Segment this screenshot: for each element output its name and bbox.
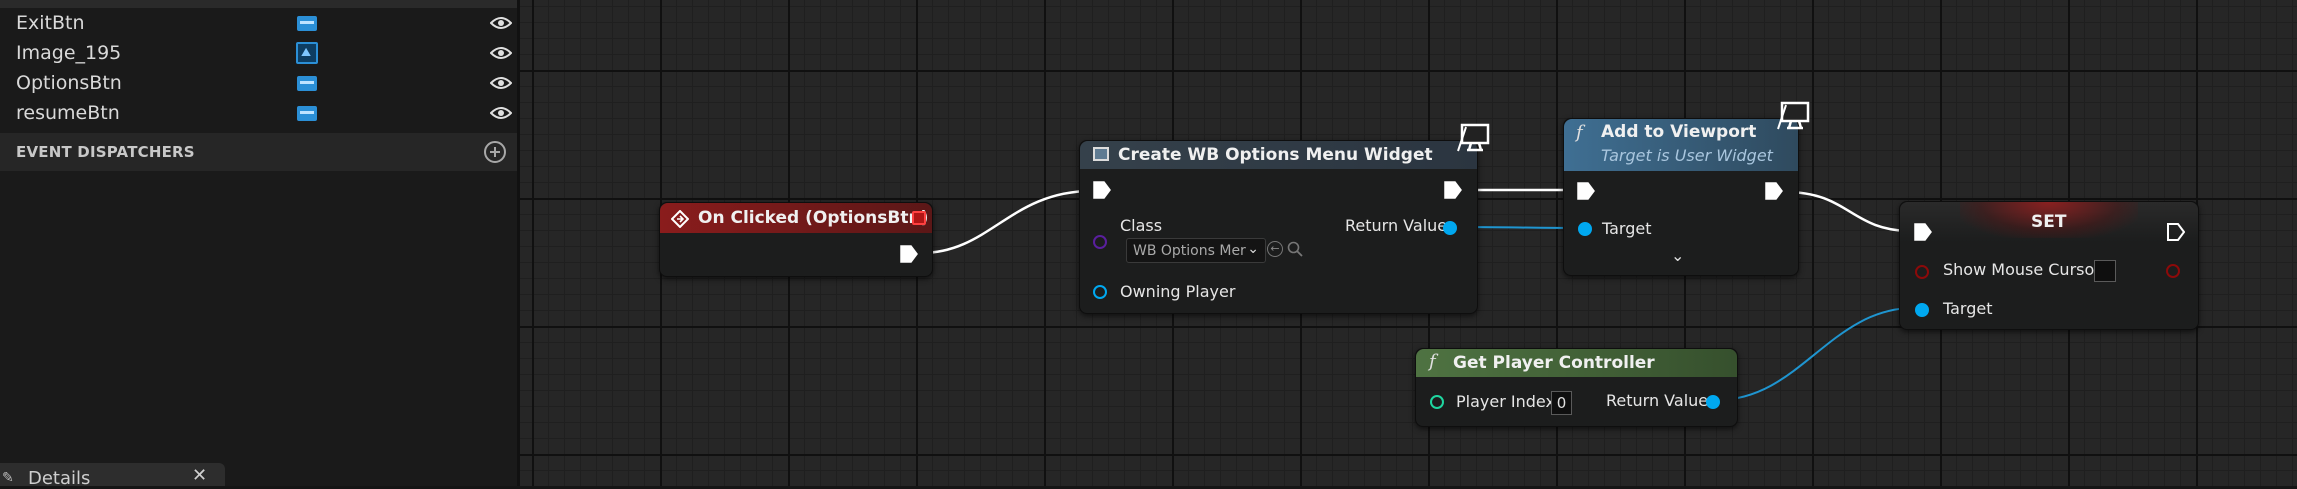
- variable-row-resumebtn[interactable]: resumeBtn: [0, 98, 517, 128]
- class-pin-label: Class: [1120, 216, 1163, 235]
- delegate-pin-icon[interactable]: [912, 211, 926, 225]
- add-event-dispatcher-icon[interactable]: [484, 141, 506, 163]
- target-input-pin[interactable]: [1578, 222, 1592, 236]
- browse-search-icon[interactable]: [1287, 241, 1303, 257]
- return-value-output-pin[interactable]: [1443, 221, 1457, 235]
- target-input-pin[interactable]: [1915, 303, 1929, 317]
- exec-output-pin[interactable]: [2167, 223, 2185, 241]
- node-subtitle: Target is User Widget: [1601, 146, 1773, 165]
- show-mouse-cursor-input-pin[interactable]: [1915, 265, 1929, 279]
- node-title: Create WB Options Menu Widget: [1118, 145, 1433, 165]
- button-widget-icon: [297, 76, 317, 91]
- show-mouse-cursor-label: Show Mouse Cursor: [1943, 260, 2101, 279]
- visibility-eye-icon[interactable]: [490, 76, 512, 90]
- pencil-icon: ✎: [2, 470, 14, 486]
- on-clicked-event-node[interactable]: On Clicked (OptionsBtn): [659, 202, 933, 277]
- node-header: SET: [1900, 202, 2198, 242]
- variable-name: Image_195: [16, 42, 122, 64]
- event-dispatchers-section-header[interactable]: EVENT DISPATCHERS: [0, 133, 517, 171]
- client-only-monitor-icon: [1777, 101, 1810, 130]
- target-label: Target: [1943, 299, 1993, 318]
- section-title: EVENT DISPATCHERS: [16, 143, 195, 161]
- use-selected-asset-icon[interactable]: ←: [1267, 241, 1283, 257]
- return-value-output-pin[interactable]: [1706, 395, 1720, 409]
- function-icon: f: [1576, 122, 1583, 143]
- node-title: Add to Viewport: [1601, 122, 1757, 142]
- node-header: Create WB Options Menu Widget: [1080, 141, 1477, 169]
- chevron-down-icon[interactable]: ⌄: [1671, 246, 1684, 265]
- node-header: f Add to Viewport Target is User Widget: [1564, 119, 1798, 171]
- variable-name: OptionsBtn: [16, 72, 122, 94]
- show-mouse-cursor-output-pin[interactable]: [2166, 264, 2180, 278]
- show-mouse-cursor-checkbox[interactable]: [2094, 260, 2116, 282]
- client-only-monitor-icon: [1457, 123, 1490, 152]
- owning-player-input-pin[interactable]: [1093, 285, 1107, 299]
- details-tab[interactable]: ✎ Details ✕: [0, 463, 225, 489]
- variable-name: resumeBtn: [16, 102, 120, 124]
- player-index-label: Player Index: [1456, 392, 1555, 411]
- variable-name: ExitBtn: [16, 12, 85, 34]
- function-icon: f: [1429, 351, 1436, 372]
- exec-output-pin[interactable]: [900, 245, 918, 263]
- return-value-label: Return Value: [1345, 216, 1448, 235]
- button-widget-icon: [297, 16, 317, 31]
- event-diamond-icon: [671, 210, 689, 228]
- return-value-label: Return Value: [1606, 391, 1709, 410]
- class-input-pin[interactable]: [1093, 235, 1107, 249]
- visibility-eye-icon[interactable]: [490, 106, 512, 120]
- class-select-dropdown[interactable]: WB Options Mer ⌄: [1126, 238, 1266, 263]
- exec-output-pin[interactable]: [1765, 182, 1783, 200]
- add-to-viewport-node[interactable]: f Add to Viewport Target is User Widget …: [1563, 101, 1810, 276]
- get-player-controller-node[interactable]: f Get Player Controller Player Index 0 R…: [1415, 348, 1738, 427]
- create-widget-node[interactable]: Create WB Options Menu Widget Class WB O…: [1079, 123, 1490, 314]
- set-variable-node[interactable]: SET Show Mouse Cursor Target: [1899, 201, 2199, 330]
- variable-row-image-195[interactable]: Image_195 ⛰: [0, 38, 517, 68]
- my-blueprint-panel: ExitBtn Image_195 ⛰ OptionsBtn resumeBtn…: [0, 0, 520, 489]
- owning-player-label: Owning Player: [1120, 282, 1236, 301]
- node-title: On Clicked (OptionsBtn): [698, 208, 929, 228]
- image-widget-icon: ⛰: [296, 42, 318, 64]
- visibility-eye-icon[interactable]: [490, 46, 512, 60]
- exec-input-pin[interactable]: [1093, 181, 1111, 199]
- player-index-input[interactable]: 0: [1551, 391, 1572, 415]
- target-label: Target: [1602, 219, 1652, 238]
- variable-row-optionsbtn[interactable]: OptionsBtn: [0, 68, 517, 98]
- node-header: On Clicked (OptionsBtn): [660, 203, 932, 233]
- node-title: Get Player Controller: [1453, 353, 1655, 373]
- node-header: f Get Player Controller: [1416, 349, 1737, 377]
- exec-input-pin[interactable]: [1577, 182, 1595, 200]
- button-widget-icon: [297, 106, 317, 121]
- widget-icon: [1093, 147, 1109, 161]
- close-icon[interactable]: ✕: [192, 465, 207, 486]
- node-title: SET: [2031, 212, 2067, 232]
- exec-input-pin[interactable]: [1914, 223, 1932, 241]
- class-select-value: WB Options Mer: [1133, 243, 1246, 259]
- player-index-input-pin[interactable]: [1430, 395, 1444, 409]
- visibility-eye-icon[interactable]: [490, 16, 512, 30]
- exec-output-pin[interactable]: [1444, 181, 1462, 199]
- chevron-down-icon: ⌄: [1247, 241, 1259, 257]
- panel-top-strip: [0, 0, 517, 8]
- variable-row-exitbtn[interactable]: ExitBtn: [0, 8, 517, 38]
